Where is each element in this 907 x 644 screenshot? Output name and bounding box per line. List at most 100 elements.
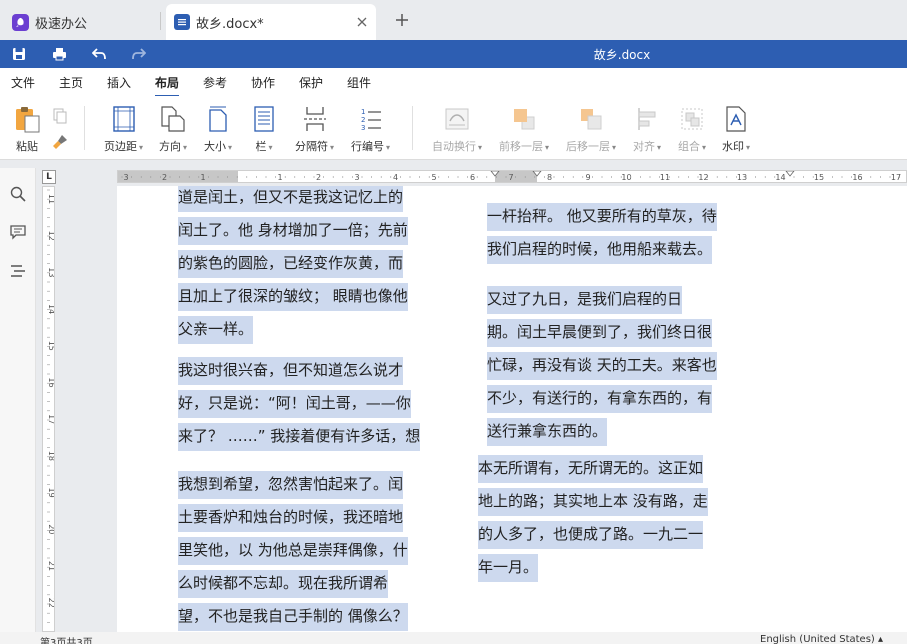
close-icon[interactable] (354, 14, 370, 30)
tab-app-home[interactable]: 极速办公 (0, 4, 160, 40)
text-line: 且加上了很深的皱纹； 眼睛也像他 (178, 283, 408, 311)
group-icon (680, 104, 704, 134)
text-line: 的人多了，也便成了路。一九二一 (478, 521, 704, 549)
menu-file[interactable]: 文件 (11, 74, 35, 91)
wrap-text-icon (445, 104, 469, 134)
menu-plugins[interactable]: 组件 (347, 74, 371, 91)
undo-icon[interactable] (90, 45, 108, 63)
ruler-number: 2 (316, 173, 321, 182)
watermark-button[interactable]: 水印 ▾ (722, 104, 750, 154)
chevron-down-icon: ▾ (268, 143, 273, 152)
wrap-text-button[interactable]: 自动换行 ▾ (432, 104, 482, 154)
bring-forward-label: 前移一层 (499, 140, 543, 153)
search-icon[interactable] (9, 185, 27, 203)
tab-app-label: 极速办公 (35, 16, 88, 32)
indent-marker[interactable] (532, 171, 542, 177)
text-line: 我们启程的时候，他用船来载去。 (487, 236, 713, 264)
print-icon[interactable] (50, 45, 68, 63)
group-button[interactable]: 组合 ▾ (678, 104, 706, 154)
columns-button[interactable]: 栏 ▾ (254, 104, 274, 154)
navigation-icon[interactable] (9, 262, 27, 280)
line-numbers-button[interactable]: 123 行编号 ▾ (351, 104, 390, 154)
vertical-ruler-scale: 111213141516171819202122 (47, 189, 54, 623)
chevron-down-icon: ▾ (330, 143, 335, 152)
document-page[interactable]: 道是闰土，但又不是我这记忆上的 闰土了。他 身材增加了一倍；先前 的紫色的圆脸，… (117, 186, 907, 632)
paste-icon (12, 104, 42, 134)
chevron-up-icon: ▴ (878, 634, 884, 644)
paragraph[interactable]: 一杆抬秤。 他又要所有的草灰，待 我们启程的时候，他用船来载去。 (487, 200, 717, 266)
menu-home[interactable]: 主页 (59, 74, 83, 91)
chevron-down-icon: ▾ (702, 143, 707, 152)
redo-icon[interactable] (130, 45, 148, 63)
paragraph[interactable]: 又过了九日，是我们启程的日 期。闰土早晨便到了，我们终日很 忙碌，再没有谈 天的… (487, 283, 717, 448)
ruler-number: 14 (47, 304, 54, 314)
watermark-icon (726, 104, 746, 134)
copy-button[interactable] (52, 108, 68, 124)
chevron-down-icon: ▾ (386, 143, 391, 152)
text-line: 本无所谓有，无所谓无的。这正如 (478, 455, 704, 483)
text-line: 期。闰土早晨便到了，我们终日很 (487, 319, 713, 347)
menu-layout[interactable]: 布局 (155, 74, 180, 97)
paragraph[interactable]: 我这时很兴奋，但不知道怎么说才 好，只是说：“阿！闰土哥，——你 来了？ ……”… (178, 354, 421, 453)
margins-button[interactable]: 页边距 ▾ (104, 104, 143, 154)
format-painter-button[interactable] (52, 134, 68, 150)
status-bar: 第3页共3页 English (United States) ▴ (0, 632, 907, 644)
ruler-number: 5 (431, 173, 436, 182)
language-label: English (United States) (760, 634, 875, 644)
chevron-down-icon: ▾ (228, 143, 233, 152)
watermark-label: 水印 (722, 140, 744, 153)
vertical-ruler[interactable]: 11 12 13 14 15 16 17 18 19 20 21 22 (42, 186, 55, 632)
menu-protect[interactable]: 保护 (299, 74, 323, 91)
tab-document[interactable]: 故乡.docx* (166, 4, 376, 40)
menu-references[interactable]: 参考 (203, 74, 227, 91)
ruler-number: 13 (737, 173, 747, 182)
tab-divider (160, 12, 161, 30)
paragraph[interactable]: 本无所谓有，无所谓无的。这正如 地上的路；其实地上本 没有路，走 的人多了，也便… (478, 452, 708, 584)
paste-button[interactable]: 粘贴 (12, 104, 42, 154)
align-label: 对齐 (633, 140, 655, 153)
margins-icon (112, 104, 135, 134)
ruler-number: 19 (47, 488, 54, 498)
text-line: 来了？ ……” 我接着便有许多话，想 (178, 423, 421, 451)
text-line: 送行兼拿东西的。 (487, 418, 608, 446)
text-line: 好，只是说：“阿！闰土哥，——你 (178, 390, 411, 418)
tab-stop-selector[interactable]: L (42, 170, 56, 184)
menu-bar: 文件 主页 插入 布局 参考 协作 保护 组件 (0, 68, 907, 97)
menu-insert[interactable]: 插入 (107, 74, 131, 91)
ruler-number: 12 (698, 173, 708, 182)
ruler-number: 11 (660, 173, 670, 182)
ruler-number: 17 (47, 414, 54, 424)
bring-forward-button[interactable]: 前移一层 ▾ (499, 104, 549, 154)
text-line: 我这时很兴奋，但不知道怎么说才 (178, 357, 404, 385)
wrap-text-label: 自动换行 (432, 140, 476, 153)
horizontal-ruler-scale: 3 2 1 1 2 3 4 5 6 7 8 9 10 11 12 13 14 15 16 17 (121, 171, 901, 182)
document-canvas[interactable]: 道是闰土，但又不是我这记忆上的 闰土了。他 身材增加了一倍；先前 的紫色的圆脸，… (58, 186, 907, 632)
horizontal-ruler[interactable]: 3 2 1 1 2 3 4 5 6 7 8 9 10 11 12 13 14 15 16 17 (117, 170, 907, 183)
page-size-icon (208, 104, 228, 134)
orientation-icon (160, 104, 186, 134)
comment-icon[interactable] (9, 223, 27, 241)
ruler-number: 2 (162, 173, 167, 182)
size-button[interactable]: 大小 ▾ (204, 104, 232, 154)
breaks-button[interactable]: 分隔符 ▾ (295, 104, 334, 154)
ruler-number: 3 (354, 173, 359, 182)
save-icon[interactable] (10, 45, 28, 63)
chevron-down-icon: ▾ (139, 143, 144, 152)
paragraph[interactable]: 道是闰土，但又不是我这记忆上的 闰土了。他 身材增加了一倍；先前 的紫色的圆脸，… (178, 186, 408, 346)
text-line: 么时候都不忘却。现在我所谓希 (178, 570, 389, 598)
menu-collaborate[interactable]: 协作 (251, 74, 275, 91)
ruler-number: 1 (277, 173, 282, 182)
chevron-down-icon: ▾ (657, 143, 662, 152)
send-backward-button[interactable]: 后移一层 ▾ (566, 104, 616, 154)
margins-label: 页边距 (104, 140, 137, 153)
bring-forward-icon (512, 104, 536, 134)
plus-icon[interactable] (392, 10, 412, 30)
paragraph[interactable]: 我想到希望，忽然害怕起来了。闰 土要香炉和烛台的时候，我还暗地 里笑他，以 为他… (178, 468, 408, 632)
indent-marker[interactable] (490, 171, 500, 177)
svg-text:3: 3 (361, 124, 365, 131)
language-selector[interactable]: English (United States) ▴ (760, 634, 883, 644)
orientation-button[interactable]: 方向 ▾ (159, 104, 187, 154)
indent-marker[interactable] (785, 171, 795, 177)
align-button[interactable]: 对齐 ▾ (633, 104, 661, 154)
text-line: 一杆抬秤。 他又要所有的草灰，待 (487, 203, 717, 231)
